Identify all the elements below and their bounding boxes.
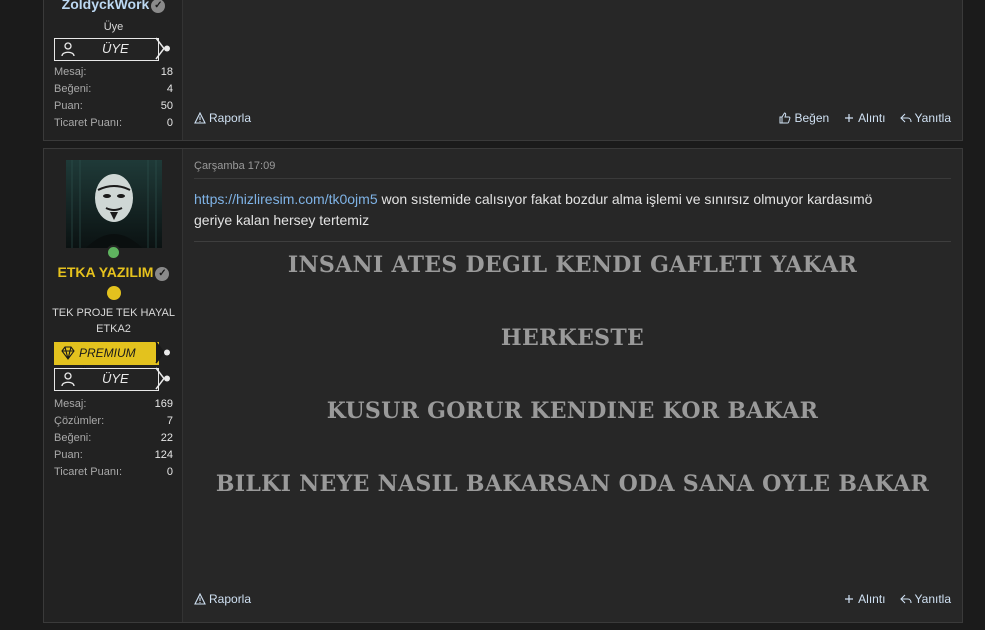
message-body: https://hizliresim.com/tk0ojm5 won sıste…: [194, 189, 951, 231]
action-group: Alıntı Yanıtla: [843, 592, 951, 606]
reply-button[interactable]: Yanıtla: [899, 592, 951, 606]
reply-label: Yanıtla: [914, 592, 951, 606]
stat-value: 4: [166, 83, 173, 95]
crown-icon: [107, 286, 121, 300]
stat-key: Ticaret Puanı:: [54, 117, 123, 129]
badge-label: ÜYE: [102, 371, 129, 386]
badge-uye: ÜYE: [54, 37, 170, 61]
action-group: Beğen Alıntı Yanıtla: [779, 111, 951, 125]
badge-premium-uye: PREMIUM ÜYE: [54, 341, 170, 380]
badge-arrow-icon: [155, 341, 170, 364]
warning-icon: [194, 593, 206, 605]
stat-row: Mesaj: 18: [54, 64, 173, 81]
post-content: Raporla Beğen Alıntı Yanıtla: [183, 0, 962, 140]
stat-key: Puan:: [54, 100, 83, 112]
stat-value: 22: [160, 432, 173, 444]
post-etka-yazilim: ETKA YAZILIM ✓ TEK PROJE TEK HAYAL ETKA2 …: [43, 148, 963, 623]
stat-value: 0: [166, 117, 173, 129]
post-content: Çarşamba 17:09 https://hizliresim.com/tk…: [183, 149, 962, 622]
user-stats: Mesaj: 169 Çözümler: 7 Beğeni: 22 Puan: 124 …: [54, 396, 173, 481]
like-button[interactable]: Beğen: [779, 111, 829, 125]
stat-value[interactable]: 18: [161, 64, 173, 81]
user-icon: [61, 42, 75, 57]
user-icon: [61, 372, 75, 387]
plus-icon: [845, 114, 854, 122]
message-text: geriye kalan hersey tertemiz: [194, 212, 370, 228]
stat-row: Ticaret Puanı: 0: [54, 115, 173, 132]
verified-check-icon: ✓: [155, 267, 170, 281]
message-text: won sıstemide calısıyor fakat bozdur alm…: [381, 191, 873, 207]
report-button[interactable]: Raporla: [194, 111, 251, 125]
user-sidebar: ETKA YAZILIM ✓ TEK PROJE TEK HAYAL ETKA2 …: [44, 149, 183, 622]
stat-value: 50: [160, 100, 173, 112]
post-actions: Raporla Beğen Alıntı Yanıtla: [194, 111, 951, 125]
stat-key: Mesaj:: [54, 398, 87, 410]
signature-line: KUSUR GORUR KENDINE KOR BAKAR: [326, 398, 819, 424]
stat-value: 124: [154, 449, 173, 461]
user-title: TEK PROJE TEK HAYAL ETKA2: [52, 307, 175, 335]
user-sidebar: ZoldyckWork ✓ Üye ÜYE Mesaj: 18 Beğeni: 4 P…: [44, 0, 183, 140]
stat-row: Puan: 50: [54, 98, 173, 115]
message-link[interactable]: https://hizliresim.com/tk0ojm5: [194, 191, 378, 207]
badge-label: ÜYE: [102, 41, 129, 56]
stat-key: Puan:: [54, 449, 83, 461]
report-label: Raporla: [209, 111, 252, 125]
signature-line: BILKI NEYE NASIL BAKARSAN ODA SANA OYLE …: [215, 471, 930, 497]
badge-uye: ÜYE: [54, 367, 170, 391]
warning-icon: [194, 112, 206, 124]
reply-label: Yanıtla: [914, 111, 951, 125]
thumbs-up-icon: [779, 112, 791, 124]
report-label: Raporla: [209, 592, 252, 606]
stat-key: Ticaret Puanı:: [54, 466, 123, 478]
avatar[interactable]: [66, 160, 162, 248]
online-status-icon: [106, 245, 121, 260]
signature-divider: [194, 241, 951, 242]
stat-row: Beğeni: 22: [54, 430, 173, 447]
stat-key: Mesaj:: [54, 66, 87, 78]
stat-row: Puan: 124: [54, 447, 173, 464]
quote-button[interactable]: Alıntı: [843, 592, 886, 606]
post-actions: Raporla Alıntı Yanıtla: [194, 592, 951, 606]
stat-row: Çözümler: 7: [54, 413, 173, 430]
like-label: Beğen: [794, 111, 830, 125]
badge-arrow-icon: [155, 37, 170, 60]
user-title: Üye: [103, 21, 124, 33]
reply-button[interactable]: Yanıtla: [899, 111, 951, 125]
post-date-link[interactable]: Çarşamba 17:09: [194, 160, 275, 172]
stat-row: Mesaj: 169: [54, 396, 173, 413]
badge-arrow-icon: [155, 367, 170, 390]
stat-row: Ticaret Puanı: 0: [54, 464, 173, 481]
stat-key: Beğeni:: [54, 83, 92, 95]
signature-line: INSANI ATES DEGIL KENDI GAFLETI YAKAR: [287, 252, 858, 278]
reply-icon: [899, 113, 912, 123]
stat-key: Çözümler:: [54, 415, 105, 427]
stat-row: Beğeni: 4: [54, 81, 173, 98]
username-link[interactable]: ETKA YAZILIM ✓: [44, 264, 183, 281]
stat-value[interactable]: 7: [167, 413, 173, 430]
plus-icon: [845, 595, 854, 603]
avatar-image: [66, 160, 162, 248]
username[interactable]: ETKA YAZILIM: [58, 264, 154, 280]
quote-button[interactable]: Alıntı: [843, 111, 886, 125]
stat-key: Beğeni:: [54, 432, 92, 444]
stat-value: 0: [166, 466, 173, 478]
username-link[interactable]: ZoldyckWork ✓: [44, 0, 183, 13]
verified-check-icon: ✓: [151, 0, 166, 13]
quote-label: Alıntı: [858, 592, 886, 606]
username[interactable]: ZoldyckWork: [62, 0, 150, 12]
post-zoldyckwork: ZoldyckWork ✓ Üye ÜYE Mesaj: 18 Beğeni: 4 P…: [43, 0, 963, 141]
divider: [194, 178, 951, 179]
signature-line: HERKESTE: [500, 325, 645, 351]
reply-icon: [899, 594, 912, 604]
quote-label: Alıntı: [858, 111, 886, 125]
report-button[interactable]: Raporla: [194, 592, 251, 606]
user-stats: Mesaj: 18 Beğeni: 4 Puan: 50 Ticaret Puanı:…: [54, 64, 173, 132]
stat-value[interactable]: 169: [155, 396, 173, 413]
diamond-icon: [61, 346, 75, 360]
